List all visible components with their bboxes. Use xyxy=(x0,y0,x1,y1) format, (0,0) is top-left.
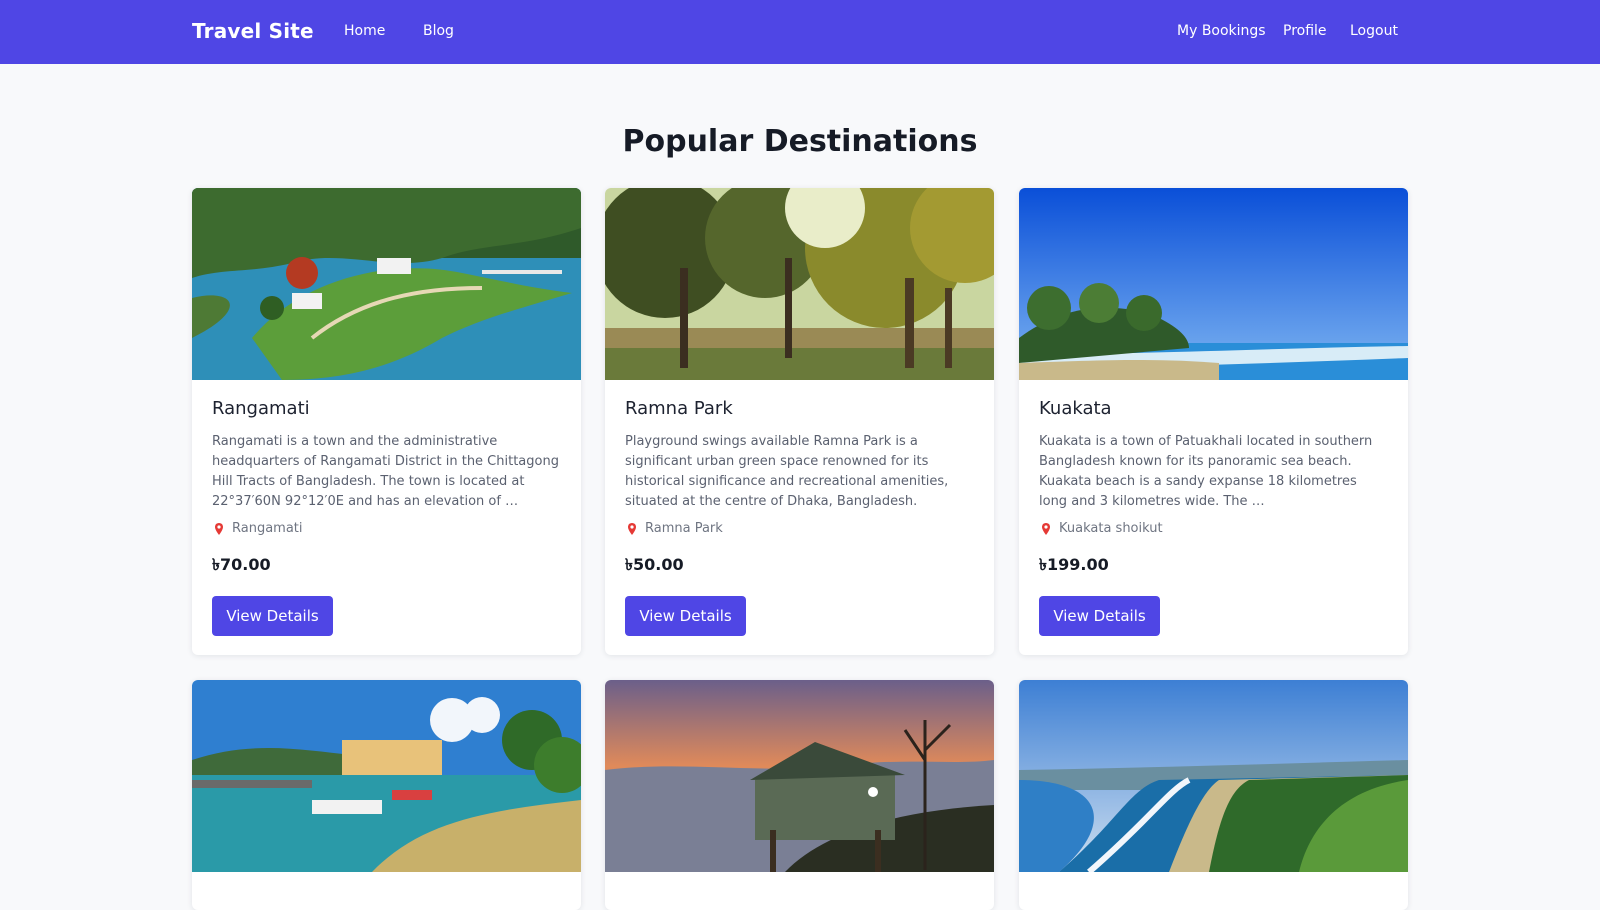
destination-price: ৳50.00 xyxy=(625,555,684,574)
destination-title: Rangamati xyxy=(212,398,310,419)
destination-title: Kuakata xyxy=(1039,398,1112,419)
destination-image[interactable] xyxy=(605,188,994,380)
destination-card xyxy=(1019,680,1408,910)
nav-link-logout[interactable]: Logout xyxy=(1350,23,1398,39)
destination-location: Kuakata shoikut xyxy=(1039,521,1163,536)
nav-link-home[interactable]: Home xyxy=(344,23,385,39)
destination-card xyxy=(605,680,994,910)
nav-link-blog[interactable]: Blog xyxy=(423,23,454,39)
destination-price: ৳70.00 xyxy=(212,555,271,574)
location-label: Rangamati xyxy=(232,521,303,536)
nav-link-profile[interactable]: Profile xyxy=(1283,23,1327,39)
map-pin-icon xyxy=(215,522,223,535)
destination-price: ৳199.00 xyxy=(1039,555,1109,574)
destination-image[interactable] xyxy=(192,188,581,380)
view-details-button[interactable]: View Details xyxy=(212,596,333,636)
destination-image[interactable] xyxy=(605,680,994,872)
top-navbar: Travel Site Home Blog My Bookings Profil… xyxy=(0,0,1600,64)
view-details-button[interactable]: View Details xyxy=(625,596,746,636)
destination-title: Ramna Park xyxy=(625,398,733,419)
destination-card: Rangamati Rangamati is a town and the ad… xyxy=(192,188,581,655)
map-pin-icon xyxy=(628,522,636,535)
destination-card: Kuakata Kuakata is a town of Patuakhali … xyxy=(1019,188,1408,655)
map-pin-icon xyxy=(1042,522,1050,535)
location-label: Kuakata shoikut xyxy=(1059,521,1163,536)
destination-description: Rangamati is a town and the administrati… xyxy=(212,434,559,509)
destination-card xyxy=(192,680,581,910)
destination-image[interactable] xyxy=(192,680,581,872)
destination-description: Kuakata is a town of Patuakhali located … xyxy=(1039,434,1373,509)
destination-image[interactable] xyxy=(1019,680,1408,872)
destination-location: Rangamati xyxy=(212,521,303,536)
location-label: Ramna Park xyxy=(645,521,723,536)
destination-image[interactable] xyxy=(1019,188,1408,380)
destination-card: Ramna Park Playground swings available R… xyxy=(605,188,994,655)
destination-location: Ramna Park xyxy=(625,521,723,536)
brand-logo[interactable]: Travel Site xyxy=(192,19,314,43)
page-title: Popular Destinations xyxy=(622,124,978,159)
destination-description: Playground swings available Ramna Park i… xyxy=(625,434,949,509)
nav-link-my-bookings[interactable]: My Bookings xyxy=(1177,23,1266,39)
view-details-button[interactable]: View Details xyxy=(1039,596,1160,636)
